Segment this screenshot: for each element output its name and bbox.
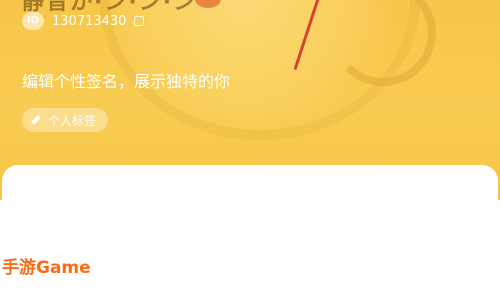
- user-id-row: ID 130713430: [22, 12, 145, 30]
- pencil-icon: [32, 115, 42, 125]
- copy-icon[interactable]: [134, 16, 145, 26]
- edit-signature-prompt[interactable]: 编辑个性签名，展示独特的你: [22, 68, 230, 92]
- personal-tags-label: 个人标签: [48, 113, 97, 128]
- user-id-value: 130713430: [52, 13, 127, 29]
- watermark-logo: 手游Game: [2, 258, 91, 278]
- personal-tags-button[interactable]: 个人标签: [22, 108, 109, 132]
- id-badge: ID: [22, 12, 44, 30]
